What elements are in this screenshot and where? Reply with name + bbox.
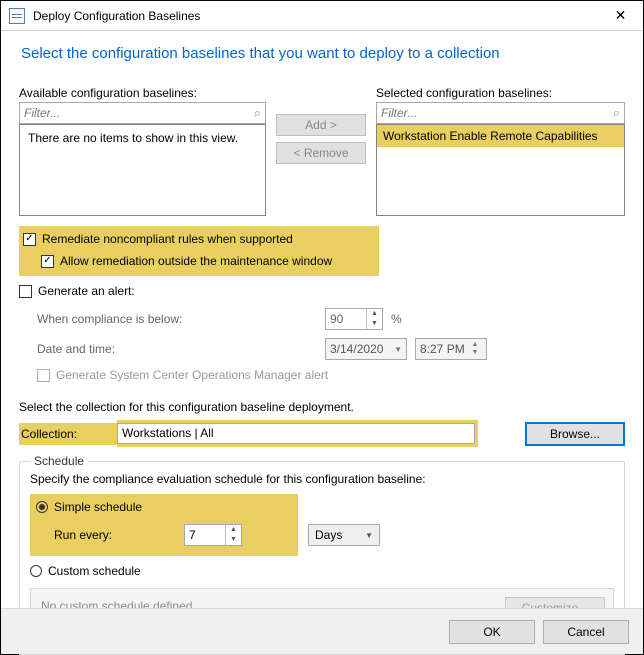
- schedule-desc: Specify the compliance evaluation schedu…: [30, 472, 614, 486]
- collection-value: Workstations | All: [117, 423, 475, 444]
- scom-checkbox: [37, 369, 50, 382]
- collection-section-label: Select the collection for this configura…: [19, 400, 625, 414]
- spinner-arrows-icon[interactable]: ▲▼: [225, 525, 241, 545]
- compliance-spinner[interactable]: ▲▼: [325, 308, 383, 330]
- date-time-label: Date and time:: [37, 342, 317, 356]
- scom-label: Generate System Center Operations Manage…: [56, 368, 328, 382]
- custom-schedule-radio[interactable]: [30, 565, 42, 577]
- time-picker[interactable]: 8:27 PM ▲▼: [415, 338, 487, 360]
- available-empty-text: There are no items to show in this view.: [20, 125, 265, 151]
- page-header: Select the configuration baselines that …: [1, 31, 643, 86]
- compliance-value[interactable]: [326, 309, 366, 329]
- run-every-value[interactable]: [185, 525, 225, 545]
- window-title: Deploy Configuration Baselines: [33, 9, 598, 23]
- time-value: 8:27 PM: [420, 342, 465, 356]
- schedule-legend: Schedule: [30, 454, 88, 468]
- custom-schedule-label: Custom schedule: [48, 564, 141, 578]
- available-filter[interactable]: Filter... ⌕: [19, 102, 266, 124]
- simple-schedule-label: Simple schedule: [54, 500, 142, 514]
- remove-button[interactable]: < Remove: [276, 142, 366, 164]
- close-button[interactable]: ✕: [598, 1, 643, 30]
- percent-label: %: [391, 312, 402, 326]
- search-icon: ⌕: [613, 105, 620, 121]
- collection-label: Collection:: [19, 423, 117, 445]
- compliance-below-label: When compliance is below:: [37, 312, 317, 326]
- filter-placeholder: Filter...: [381, 106, 417, 120]
- date-picker[interactable]: 3/14/2020 ▼: [325, 338, 407, 360]
- cancel-button[interactable]: Cancel: [543, 620, 629, 644]
- spinner-arrows-icon[interactable]: ▲▼: [366, 309, 382, 329]
- run-every-unit-combo[interactable]: Days ▼: [308, 524, 380, 546]
- selected-list[interactable]: Workstation Enable Remote Capabilities: [376, 124, 625, 216]
- date-value: 3/14/2020: [330, 342, 383, 356]
- allow-outside-label: Allow remediation outside the maintenanc…: [60, 254, 332, 268]
- selected-filter[interactable]: Filter... ⌕: [376, 102, 625, 124]
- search-icon: ⌕: [254, 105, 261, 121]
- generate-alert-label: Generate an alert:: [38, 284, 135, 298]
- run-every-unit: Days: [315, 528, 342, 542]
- remediate-highlight: ✓ Remediate noncompliant rules when supp…: [19, 226, 379, 276]
- ok-button[interactable]: OK: [449, 620, 535, 644]
- generate-alert-checkbox[interactable]: [19, 285, 32, 298]
- chevron-down-icon: ▼: [394, 345, 402, 354]
- dialog-footer: OK Cancel: [1, 608, 643, 654]
- title-bar: Deploy Configuration Baselines ✕: [1, 1, 643, 31]
- run-every-label: Run every:: [54, 528, 174, 542]
- list-item[interactable]: Workstation Enable Remote Capabilities: [377, 125, 624, 147]
- run-every-spinner[interactable]: ▲▼: [184, 524, 242, 546]
- system-icon: [9, 8, 25, 24]
- remediate-label: Remediate noncompliant rules when suppor…: [42, 232, 293, 246]
- available-label: Available configuration baselines:: [19, 86, 266, 100]
- add-button[interactable]: Add >: [276, 114, 366, 136]
- selected-label: Selected configuration baselines:: [376, 86, 625, 100]
- browse-button[interactable]: Browse...: [525, 422, 625, 446]
- simple-schedule-highlight: Simple schedule Run every: ▲▼: [30, 494, 298, 556]
- available-list[interactable]: There are no items to show in this view.: [19, 124, 266, 216]
- simple-schedule-radio[interactable]: [36, 501, 48, 513]
- allow-outside-checkbox[interactable]: ✓: [41, 255, 54, 268]
- spinner-arrows-icon[interactable]: ▲▼: [468, 341, 482, 357]
- filter-placeholder: Filter...: [24, 106, 60, 120]
- chevron-down-icon: ▼: [365, 531, 373, 540]
- remediate-checkbox[interactable]: ✓: [23, 233, 36, 246]
